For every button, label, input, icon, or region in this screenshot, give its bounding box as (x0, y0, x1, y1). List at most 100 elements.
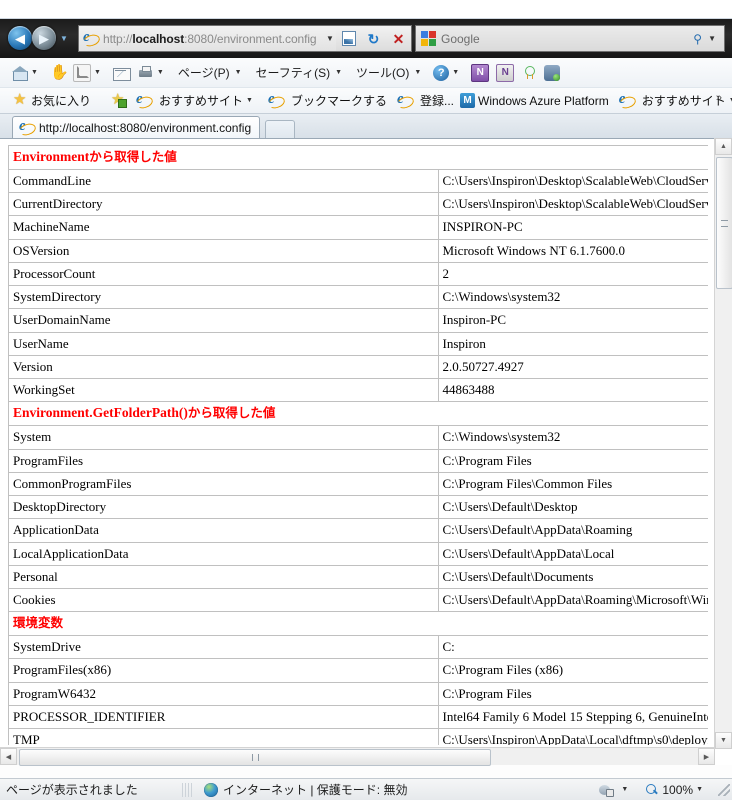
section-heading-code: Environment (13, 149, 90, 164)
title-band (0, 0, 732, 18)
address-text: http://localhost:8080/environment.config (103, 31, 317, 46)
hand-icon (50, 63, 69, 81)
chevron-down-icon[interactable]: ▼ (157, 69, 164, 76)
row-value: C:\Users\Inspiron\Desktop\ScalableWeb\Cl… (437, 168, 708, 194)
onenote-linked-notes-button[interactable] (494, 62, 516, 84)
compatibility-view-button[interactable] (336, 25, 362, 52)
search-provider-dropdown-icon[interactable]: ▼ (708, 34, 716, 43)
stop-button[interactable]: ✕ (386, 25, 412, 52)
chevron-down-icon[interactable]: ▼ (621, 786, 628, 793)
horizontal-scroll-thumb[interactable] (19, 749, 491, 766)
azure-icon (460, 93, 475, 108)
read-mail-button[interactable] (111, 62, 133, 84)
chevron-down-icon[interactable]: ▼ (94, 69, 101, 76)
table-row: ProcessorCount 2 (8, 261, 708, 287)
research-button[interactable] (519, 62, 539, 84)
onenote-send-icon (471, 63, 490, 82)
favorite-windows-azure-platform[interactable]: Windows Azure Platform (457, 91, 612, 111)
tab-environment-config[interactable]: http://localhost:8080/environment.config (12, 116, 261, 138)
table-row: SystemDirectory C:\Windows\system32 (8, 285, 708, 310)
row-key: ProgramFiles (8, 448, 439, 473)
scroll-right-button[interactable]: ▶ (698, 748, 715, 765)
feeds-button[interactable]: ▼ (71, 62, 108, 84)
row-value: Inspiron (437, 331, 708, 356)
row-value: INSPIRON-PC (437, 215, 708, 240)
favorites-center-button[interactable]: お気に入り (10, 90, 94, 111)
command-bar: ▼ ▼ ▼ ページ(P)▼ セーフティ(S)▼ ツール(O)▼ ▼ (0, 58, 732, 88)
safety-menu[interactable]: セーフティ(S) ▼ (252, 62, 350, 84)
home-button[interactable]: ▼ (10, 62, 45, 84)
chevron-down-icon[interactable]: ▼ (246, 97, 253, 104)
row-key: PROCESSOR_IDENTIFIER (8, 704, 439, 730)
favorite-suggested-sites[interactable]: おすすめサイト ▼ (129, 91, 261, 111)
favorite-bookmark[interactable]: ブックマークする (261, 91, 390, 111)
chevron-down-icon[interactable]: ▼ (335, 69, 342, 76)
help-icon (433, 64, 450, 81)
scroll-down-button[interactable]: ▼ (715, 732, 732, 749)
table-row: ProgramW6432 C:\Program Files (8, 681, 708, 706)
chevron-down-icon[interactable]: ▼ (414, 69, 421, 76)
status-text: ページが表示されました (6, 783, 138, 797)
security-zone-label: インターネット | 保護モード: 無効 (223, 783, 408, 797)
vertical-scrollbar[interactable]: ▲ ▼ (714, 138, 732, 749)
section-heading-getfolderpath: Environment.GetFolderPath()から取得した値 (8, 401, 708, 427)
add-to-favorites-bar-button[interactable] (108, 90, 129, 111)
zoom-control[interactable]: 100% ▼ (639, 779, 714, 801)
address-dropdown-icon[interactable]: ▼ (323, 34, 337, 43)
section-heading-code: Environment.GetFolderPath() (13, 405, 188, 421)
privacy-settings-button[interactable]: ▼ (593, 779, 639, 801)
table-row: UserName Inspiron (8, 331, 708, 356)
resize-grip[interactable] (718, 783, 730, 796)
search-icon[interactable]: ⚲ (693, 32, 702, 46)
section-heading-env-vars: 環境変数 (8, 611, 708, 637)
chevron-down-icon[interactable]: ▼ (696, 786, 703, 793)
messenger-button[interactable] (542, 62, 562, 84)
scroll-up-button[interactable]: ▲ (715, 138, 732, 155)
onenote-send-button[interactable] (469, 62, 491, 84)
ie-favicon-icon (83, 29, 99, 47)
scroll-left-button[interactable]: ◀ (0, 748, 17, 765)
favorite-suggested-sites-2[interactable]: おすすめサイト ▼ (612, 91, 732, 111)
new-tab-button[interactable] (265, 120, 295, 139)
table-row: Version 2.0.50727.4927 (8, 354, 708, 380)
back-button[interactable]: ◀ (8, 26, 32, 50)
vertical-scroll-thumb[interactable] (716, 157, 732, 289)
search-input[interactable]: Google ⚲ ▼ (415, 25, 725, 52)
chevron-down-icon[interactable]: ▼ (452, 69, 459, 76)
home-icon (12, 65, 28, 81)
page-menu[interactable]: ページ(P) ▼ (174, 62, 249, 84)
row-value: C:\Program Files\Common Files (437, 471, 708, 497)
row-value: Microsoft Windows NT 6.1.7600.0 (437, 238, 708, 263)
chevron-down-icon[interactable]: ▼ (31, 69, 38, 76)
address-input[interactable]: http://localhost:8080/environment.config… (78, 25, 338, 52)
table-row: Cookies C:\Users\Default\AppData\Roaming\… (8, 587, 708, 613)
section-heading-cell: Environmentから取得した値 (8, 145, 708, 170)
section-heading-jp: から取得した値 (89, 149, 177, 164)
hand-button[interactable] (48, 62, 69, 84)
row-value: C:\Users\Default\Desktop (437, 494, 708, 520)
row-key: CommandLine (8, 168, 439, 194)
refresh-button[interactable]: ↻ (361, 25, 387, 52)
status-right-group: ▼ 100% ▼ (593, 779, 732, 801)
favorite-register[interactable]: 登録... (390, 91, 457, 111)
tools-menu[interactable]: ツール(O) ▼ (352, 62, 428, 84)
row-key: ProgramFiles(x86) (8, 658, 439, 683)
forward-button[interactable]: ▶ (32, 26, 56, 50)
row-value: 2.0.50727.4927 (437, 354, 708, 380)
table-row: ProgramFiles(x86) C:\Program Files (x86) (8, 658, 708, 683)
help-menu[interactable]: ▼ (431, 62, 466, 84)
tab-label: http://localhost:8080/environment.config (39, 120, 252, 135)
table-row: ApplicationData C:\Users\Default\AppData\… (8, 518, 708, 543)
print-button[interactable]: ▼ (136, 62, 171, 84)
page-content: Environmentから取得した値 CommandLine C:\Users\I… (8, 145, 708, 745)
horizontal-scrollbar[interactable]: ◀ ▶ (0, 747, 715, 766)
row-value: 2 (437, 261, 708, 287)
chevron-down-icon[interactable]: ▼ (235, 69, 242, 76)
favorites-bar: お気に入り おすすめサイト ▼ ブックマークする 登録... Windows A… (0, 88, 732, 114)
favorites-overflow-icon[interactable]: » (716, 92, 722, 104)
lock-icon (599, 783, 615, 797)
security-zone[interactable]: インターネット | 保護モード: 無効 (192, 779, 413, 801)
recent-pages-dropdown-icon[interactable]: ▼ (60, 34, 68, 43)
row-key: Version (8, 354, 439, 380)
environment-table: Environmentから取得した値 CommandLine C:\Users\I… (8, 145, 708, 745)
